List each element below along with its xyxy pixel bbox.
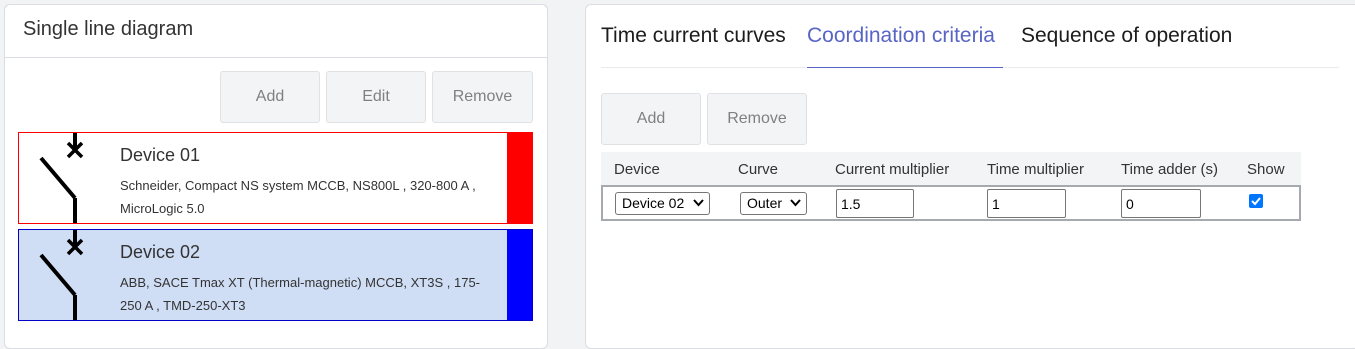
column-header-device: Device	[614, 161, 660, 178]
remove-criteria-button[interactable]: Remove	[707, 93, 807, 145]
current-multiplier-input[interactable]: 1.5	[836, 189, 914, 218]
device-description: Schneider, Compact NS system MCCB, NS800…	[120, 178, 476, 216]
show-checkbox[interactable]	[1249, 194, 1263, 208]
active-tab-indicator	[807, 67, 1003, 68]
time-multiplier-input[interactable]: 1	[987, 189, 1066, 218]
tab-time-current-curves[interactable]: Time current curves	[601, 24, 786, 48]
curve-select-value: Outer	[747, 195, 783, 211]
coordination-table: Device Curve Current multiplier Time mul…	[601, 152, 1301, 222]
chevron-down-icon	[790, 194, 801, 215]
column-header-current-multiplier: Current multiplier	[835, 161, 950, 178]
time-adder-input[interactable]: 0	[1121, 189, 1201, 218]
edit-device-button[interactable]: Edit	[326, 71, 426, 123]
remove-device-button[interactable]: Remove	[432, 71, 533, 123]
chevron-down-icon	[693, 194, 704, 215]
device-select-value: Device 02	[622, 195, 685, 211]
column-header-time-adder: Time adder (s)	[1121, 161, 1218, 178]
device-description: ABB, SACE Tmax XT (Thermal-magnetic) MCC…	[120, 275, 481, 313]
add-criteria-button[interactable]: Add	[601, 93, 701, 145]
column-header-show: Show	[1247, 161, 1285, 178]
panel-title: Single line diagram	[5, 5, 547, 58]
breaker-symbol-icon	[39, 230, 84, 320]
column-header-curve: Curve	[738, 161, 779, 178]
add-device-button[interactable]: Add	[220, 71, 320, 123]
table-row: Device 02 Outer 1.5 1 0	[601, 185, 1301, 221]
table-header: Device Curve Current multiplier Time mul…	[601, 152, 1301, 185]
breaker-symbol-icon	[39, 133, 84, 223]
device-color-strip	[507, 230, 532, 320]
checkmark-icon	[1251, 197, 1261, 206]
curve-select[interactable]: Outer	[740, 192, 807, 215]
device-name: Device 02	[120, 242, 201, 262]
single-line-diagram-panel: Single line diagram Add Edit Remove Devi…	[4, 4, 548, 349]
device-select[interactable]: Device 02	[615, 192, 710, 215]
device-name: Device 01	[120, 145, 201, 165]
device-color-strip	[507, 133, 532, 223]
column-header-time-multiplier: Time multiplier	[987, 161, 1084, 178]
device-card-02[interactable]: Device 02 ABB, SACE Tmax XT (Thermal-mag…	[18, 229, 533, 321]
tab-sequence-of-operation[interactable]: Sequence of operation	[1021, 24, 1232, 48]
analysis-panel: Time current curves Coordination criteri…	[585, 4, 1355, 349]
tab-coordination-criteria[interactable]: Coordination criteria	[807, 24, 995, 48]
device-card-01[interactable]: Device 01 Schneider, Compact NS system M…	[18, 132, 533, 224]
